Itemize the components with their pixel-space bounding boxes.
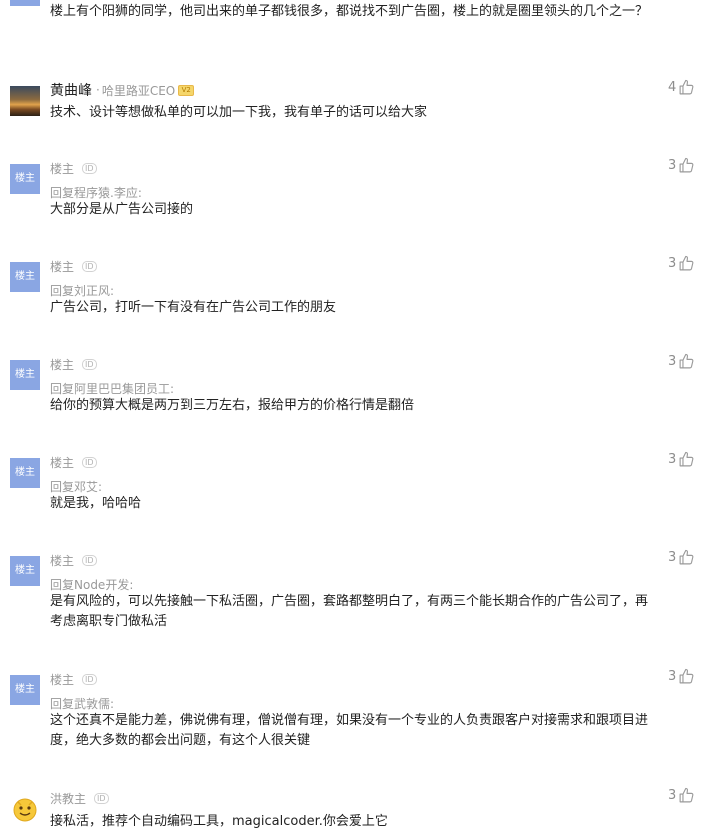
user-line: 洪教主 ID [50, 788, 109, 808]
thumbs-up-icon [679, 668, 694, 684]
avatar[interactable]: 楼主 [10, 556, 40, 586]
comment-content: 大部分是从广告公司接的 [50, 202, 194, 217]
comment-content: 这个还真不是能力差，佛说佛有理，僧说僧有理，如果没有一个专业的人负责跟客户对接需… [50, 713, 649, 748]
thumbs-up-icon [679, 549, 694, 565]
avatar[interactable] [10, 794, 40, 824]
avatar[interactable] [10, 86, 40, 116]
user-line: 楼主 ID [50, 354, 97, 374]
like-button[interactable]: 3 [668, 157, 695, 174]
username[interactable]: 楼主 [50, 671, 74, 688]
comment-content: 接私活，推荐个自动编码工具，magicalcoder.你会爱上它 [50, 814, 388, 829]
like-count: 3 [668, 669, 677, 684]
like-button[interactable]: 3 [668, 668, 695, 685]
like-count: 3 [668, 452, 677, 467]
user-line: 楼主 ID [50, 550, 97, 570]
id-badge: ID [82, 358, 97, 370]
like-count: 3 [668, 158, 677, 173]
like-button[interactable]: 4 [668, 79, 695, 96]
comment-content: 技术、设计等想做私单的可以加一下我，我有单子的话可以给大家 [50, 105, 428, 120]
thumbs-up-icon [679, 79, 694, 95]
like-count: 3 [668, 550, 677, 565]
like-count: 4 [668, 80, 677, 95]
like-button[interactable]: 3 [668, 549, 695, 566]
username[interactable]: 楼主 [50, 160, 74, 177]
like-count: 3 [668, 788, 677, 803]
avatar[interactable]: 楼主 [10, 262, 40, 292]
id-badge: ID [82, 456, 97, 468]
thumbs-up-icon [679, 157, 694, 173]
comment-content: 就是我，哈哈哈 [50, 496, 142, 511]
username[interactable]: 楼主 [50, 552, 74, 569]
separator: · [96, 83, 100, 97]
comment-content: 广告公司，打听一下有没有在广告公司工作的朋友 [50, 300, 337, 315]
reply-to[interactable]: 回复Node开发: [50, 576, 133, 593]
id-badge: ID [94, 792, 109, 804]
user-line: 楼主 ID [50, 452, 97, 472]
reply-to[interactable]: 回复武敦儒: [50, 695, 114, 712]
like-button[interactable]: 3 [668, 255, 695, 272]
reply-to[interactable]: 回复程序猿.李应: [50, 184, 142, 201]
level-badge: V2 [178, 84, 195, 96]
thumbs-up-icon [679, 353, 694, 369]
username[interactable]: 楼主 [50, 258, 74, 275]
like-button[interactable]: 3 [668, 451, 695, 468]
avatar[interactable]: 楼主 [10, 164, 40, 194]
like-count: 3 [668, 354, 677, 369]
avatar[interactable]: 楼主 [10, 675, 40, 705]
reply-to[interactable]: 回复刘正风: [50, 282, 114, 299]
emoji-face-icon [13, 798, 37, 822]
comment-content: 是有风险的，可以先接触一下私活圈，广告圈，套路都整明白了，有两三个能长期合作的广… [50, 594, 649, 629]
avatar[interactable]: 楼主 [10, 458, 40, 488]
user-line: 楼主 ID [50, 256, 97, 276]
id-badge: ID [82, 260, 97, 272]
like-count: 3 [668, 256, 677, 271]
user-line: 黄曲峰 · 哈里路亚CEO V2 [50, 80, 195, 100]
user-line: 楼主 ID [50, 669, 97, 689]
comment-content: 给你的预算大概是两万到三万左右，报给甲方的价格行情是翻倍 [50, 398, 415, 413]
comment-content: 楼上有个阳狮的同学，他司出来的单子都钱很多，都说找不到广告圈，楼上的就是圈里领头… [50, 4, 649, 19]
thumbs-up-icon [679, 255, 694, 271]
avatar[interactable]: 楼主 [10, 360, 40, 390]
id-badge: ID [82, 554, 97, 566]
reply-to[interactable]: 回复阿里巴巴集团员工: [50, 380, 174, 397]
id-badge: ID [82, 673, 97, 685]
username[interactable]: 黄曲峰 [50, 80, 92, 100]
like-button[interactable]: 3 [668, 787, 695, 804]
reply-to[interactable]: 回复邓艾: [50, 478, 102, 495]
username[interactable]: 楼主 [50, 356, 74, 373]
thumbs-up-icon [679, 787, 694, 803]
id-badge: ID [82, 162, 97, 174]
avatar[interactable] [10, 0, 40, 6]
user-title: 哈里路亚CEO [101, 83, 176, 98]
username[interactable]: 洪教主 [50, 790, 86, 807]
user-line: 楼主 ID [50, 158, 97, 178]
thumbs-up-icon [679, 451, 694, 467]
username[interactable]: 楼主 [50, 454, 74, 471]
like-button[interactable]: 3 [668, 353, 695, 370]
